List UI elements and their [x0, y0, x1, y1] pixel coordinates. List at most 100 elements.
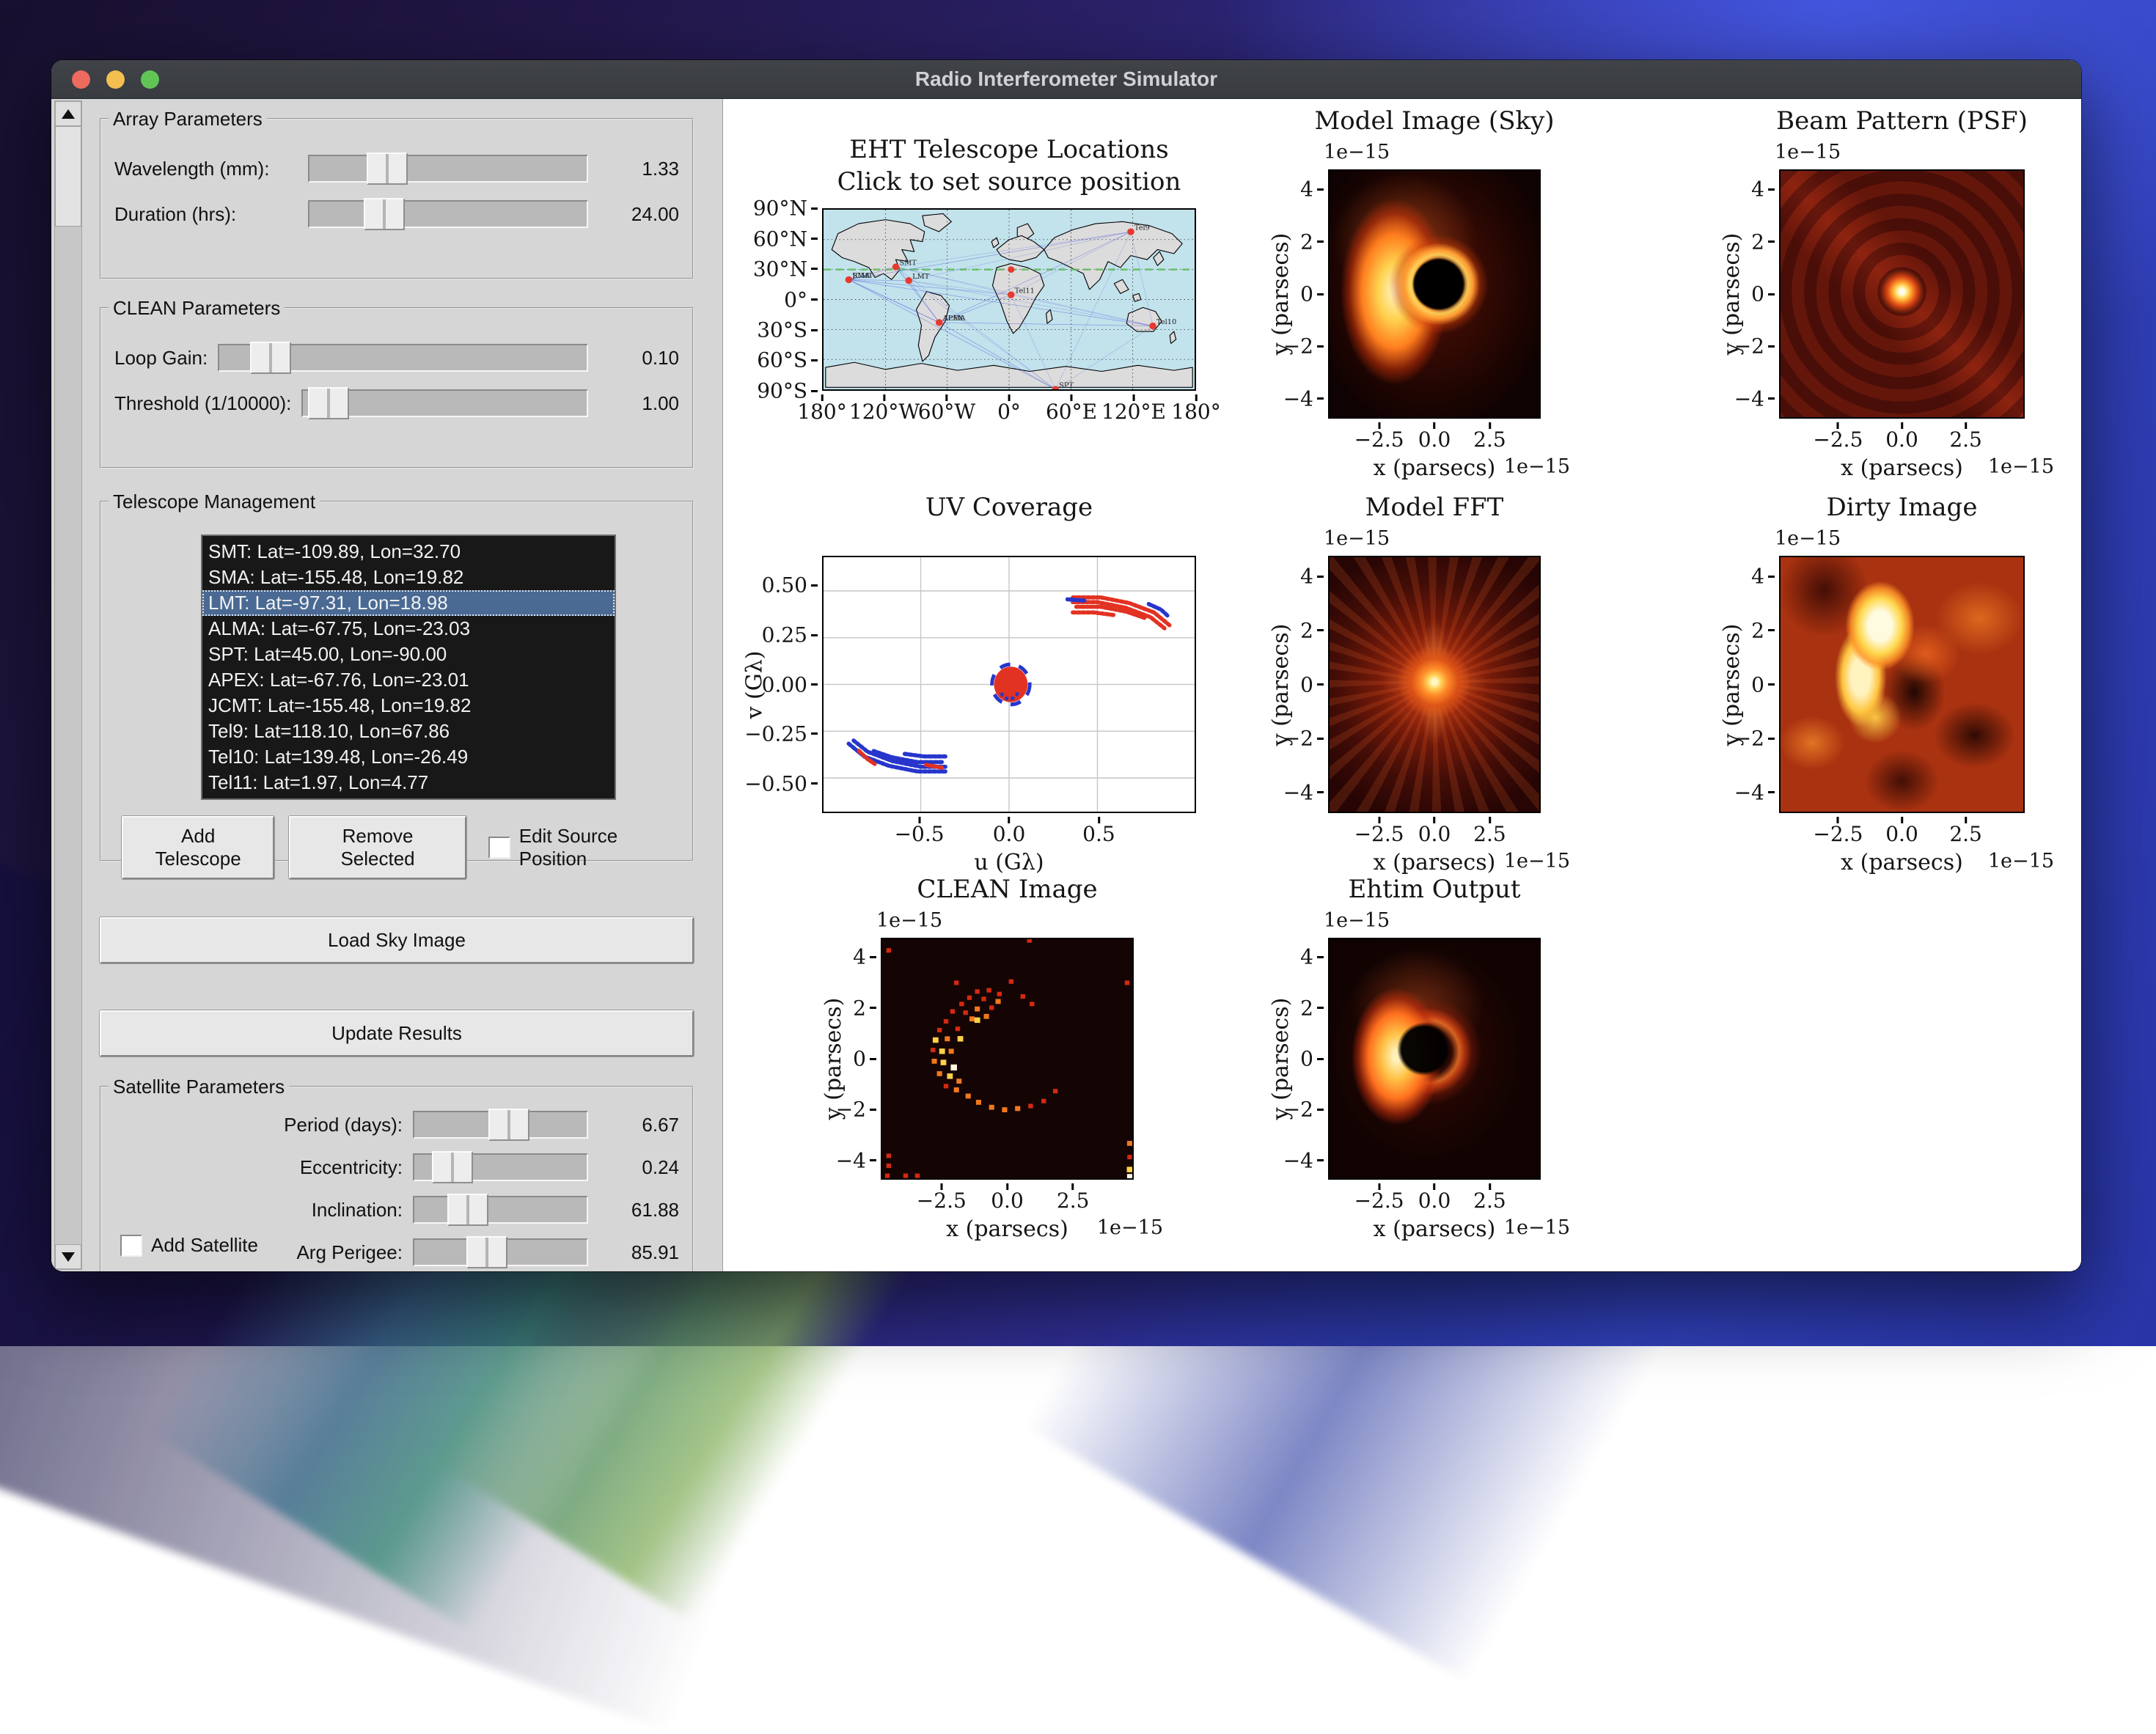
svg-text:APEX: APEX	[942, 315, 964, 323]
svg-text:Tel11: Tel11	[1015, 287, 1035, 295]
tick-label: 0.0	[1418, 427, 1451, 452]
scroll-down-button[interactable]	[55, 1244, 81, 1269]
wavelength-slider[interactable]	[308, 155, 588, 183]
zoom-button[interactable]	[141, 70, 159, 89]
add-satellite-checkbox[interactable]	[120, 1235, 142, 1257]
telescope-list-item[interactable]: SPT: Lat=45.00, Lon=-90.00	[202, 642, 615, 667]
threshold-slider-handle[interactable]	[308, 387, 349, 419]
tick-label: −4	[1283, 1148, 1313, 1172]
telescope-listbox[interactable]: SMT: Lat=-109.89, Lon=32.70SMA: Lat=-155…	[201, 534, 616, 800]
wavelength-slider-handle[interactable]	[367, 153, 408, 185]
close-button[interactable]	[72, 70, 90, 89]
group-title: CLEAN Parameters	[109, 297, 285, 320]
threshold-slider[interactable]	[301, 389, 588, 417]
period-slider-handle[interactable]	[488, 1109, 529, 1141]
axis-offset-label: 1e−15	[1097, 1216, 1163, 1239]
loop-gain-value: 0.10	[598, 347, 679, 370]
axis-offset-label: 1e−15	[1775, 141, 1841, 164]
duration-slider[interactable]	[308, 200, 588, 228]
tick-label: −4	[1283, 386, 1313, 411]
arg-perigee-slider-handle[interactable]	[466, 1236, 507, 1268]
tick-label: 2.5	[1057, 1189, 1090, 1213]
tick-label: 180°	[797, 400, 846, 424]
tick-label: −4	[836, 1148, 866, 1172]
plot-title: UV Coverage	[719, 493, 1299, 522]
tick-label: 2	[1751, 229, 1764, 254]
tick-label: 60°N	[753, 227, 807, 251]
telescope-list-item[interactable]: SMA: Lat=-155.48, Lon=19.82	[202, 565, 615, 590]
model-image-canvas	[1328, 169, 1541, 419]
plot-title: Ehtim Output	[1225, 875, 1643, 904]
tick-label: 4	[1300, 945, 1313, 969]
title-bar[interactable]: Radio Interferometer Simulator	[51, 60, 2081, 99]
tick-label: 0.0	[1418, 1189, 1451, 1213]
model-fft-plot: Model FFT 1e−15 420−2−4 y (parsecs) −2.5…	[1328, 556, 1541, 813]
x-axis: −2.50.02.5	[1779, 419, 2025, 454]
tick-label: 0.00	[762, 672, 807, 697]
arg-perigee-slider[interactable]	[413, 1238, 588, 1266]
tick-label: 0°	[997, 400, 1021, 424]
update-results-button[interactable]: Update Results	[100, 1010, 694, 1057]
loop-gain-slider-handle[interactable]	[250, 342, 291, 374]
scrollbar-thumb[interactable]	[55, 126, 81, 227]
dirty-image-plot: Dirty Image 1e−15 420−2−4 y (parsecs) −2…	[1779, 556, 2025, 813]
tick-label: −2.5	[917, 1189, 967, 1213]
inclination-slider[interactable]	[413, 1196, 588, 1224]
y-axis-label: y (parsecs)	[1720, 233, 1745, 356]
world-map[interactable]: SMTSMALMTALMASPTAPEXJCMTTel9Tel10Tel11	[822, 208, 1196, 391]
eccentricity-slider[interactable]	[413, 1153, 588, 1181]
telescope-list-item[interactable]: ALMA: Lat=-67.75, Lon=-23.03	[202, 616, 615, 642]
tick-label: 2.5	[1473, 1189, 1506, 1213]
eccentricity-label: Eccentricity:	[175, 1156, 403, 1179]
model-image-plot: Model Image (Sky) 1e−15 420−2−4 y (parse…	[1328, 169, 1541, 419]
telescope-list-item[interactable]: Tel10: Lat=139.48, Lon=-26.49	[202, 744, 615, 770]
ehtim-output-plot: Ehtim Output 1e−15 420−2−4 y (parsecs) −…	[1328, 938, 1541, 1180]
telescope-list-item[interactable]: JCMT: Lat=-155.48, Lon=19.82	[202, 693, 615, 719]
add-telescope-button[interactable]: Add Telescope	[122, 816, 274, 879]
scroll-up-button[interactable]	[55, 101, 81, 126]
tick-label: 2.5	[1949, 427, 1982, 452]
tick-label: 2	[1300, 618, 1313, 642]
inclination-value: 61.88	[598, 1199, 679, 1221]
axis-offset-label: 1e−15	[1324, 527, 1390, 550]
eccentricity-slider-handle[interactable]	[432, 1151, 473, 1183]
period-slider[interactable]	[413, 1111, 588, 1139]
panel-scrollbar[interactable]	[54, 100, 82, 1270]
x-axis: −2.50.02.5	[1779, 813, 2025, 848]
tick-label: 90°N	[753, 196, 807, 221]
period-label: Period (days):	[175, 1114, 403, 1136]
telescope-list-item[interactable]: Tel11: Lat=1.97, Lon=4.77	[202, 770, 615, 796]
x-axis: −2.50.02.5	[1328, 419, 1541, 454]
matplotlib-figure: EHT Telescope Locations Click to set sou…	[723, 99, 2081, 1271]
tick-label: 0	[1300, 282, 1313, 306]
telescope-list-item[interactable]: LMT: Lat=-97.31, Lon=18.98	[202, 590, 615, 616]
x-axis-label: u (Gλ)	[822, 850, 1196, 875]
edit-source-checkbox[interactable]	[488, 837, 510, 859]
tick-label: 2.5	[1473, 822, 1506, 846]
tick-label: 2	[1300, 229, 1313, 254]
telescope-list-item[interactable]: APEX: Lat=-67.76, Lon=-23.01	[202, 667, 615, 693]
tick-label: 2	[1300, 996, 1313, 1020]
plot-title: Beam Pattern (PSF)	[1676, 106, 2081, 136]
tick-label: 0	[1300, 672, 1313, 697]
plot-title: Model FFT	[1225, 493, 1643, 522]
map-x-axis: 180°120°W60°W0°60°E120°E180°	[822, 391, 1196, 426]
tick-label: 0.0	[993, 822, 1026, 846]
duration-slider-handle[interactable]	[364, 198, 405, 230]
dirty-image-canvas	[1779, 556, 2025, 813]
minimize-button[interactable]	[106, 70, 125, 89]
loop-gain-slider[interactable]	[218, 344, 588, 372]
inclination-slider-handle[interactable]	[447, 1194, 488, 1226]
tick-label: 60°W	[918, 400, 975, 424]
tick-label: 0.50	[762, 573, 807, 598]
axis-offset-label: 1e−15	[876, 909, 942, 932]
group-title: Array Parameters	[109, 108, 267, 131]
telescope-list-item[interactable]: Tel9: Lat=118.10, Lon=67.86	[202, 719, 615, 744]
tick-label: 120°E	[1101, 400, 1166, 424]
load-sky-image-button[interactable]: Load Sky Image	[100, 917, 694, 963]
remove-selected-button[interactable]: Remove Selected	[289, 816, 466, 879]
telescope-map-plot[interactable]: EHT Telescope Locations Click to set sou…	[822, 208, 1196, 391]
telescope-list-item[interactable]: SMT: Lat=-109.89, Lon=32.70	[202, 539, 615, 565]
clean-image-plot: CLEAN Image 1e−15 420−2−4 y (parsecs) −2…	[881, 938, 1134, 1180]
tick-label: 120°W	[849, 400, 920, 424]
